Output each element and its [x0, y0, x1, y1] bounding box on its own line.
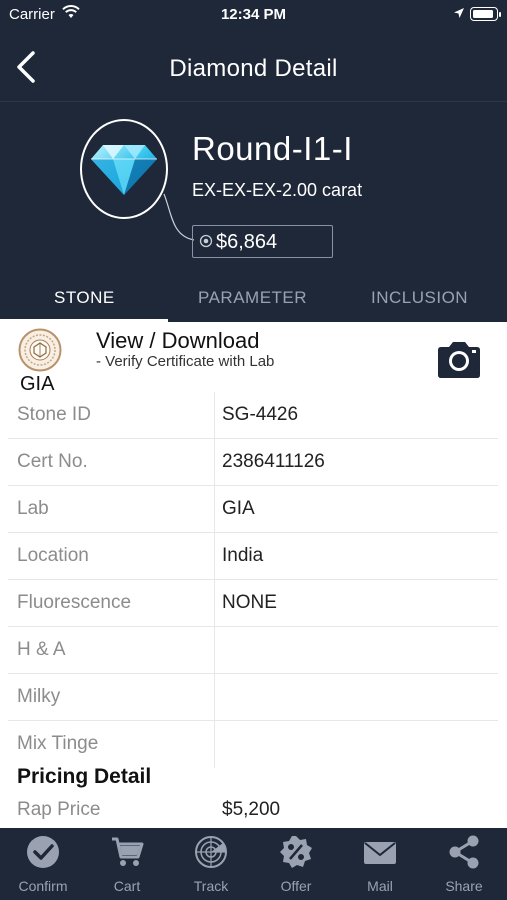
- mail-tab-label: Mail: [367, 878, 393, 894]
- rap-price-value: $5,200: [222, 799, 281, 820]
- offer-tab-label: Offer: [280, 878, 312, 894]
- location-arrow-icon: [453, 6, 465, 23]
- tab-stone[interactable]: STONE: [54, 288, 115, 308]
- clock: 12:34 PM: [220, 6, 287, 23]
- detail-value: GIA: [222, 498, 255, 519]
- status-bar: Carrier 12:34 PM: [0, 0, 507, 30]
- column-divider: [214, 533, 215, 580]
- detail-row-lab: Lab GIA: [8, 486, 498, 533]
- detail-tabs: STONE PARAMETER INCLUSION: [0, 278, 507, 322]
- battery-icon: [470, 7, 501, 21]
- stone-shape-title: Round-I1-I: [192, 130, 353, 167]
- bottom-tab-bar: Confirm Cart Track Offer Mail Share: [0, 828, 507, 900]
- detail-row-fluorescence: Fluorescence NONE: [8, 580, 498, 627]
- price-box: $6,864: [192, 225, 333, 258]
- detail-row-cert-no: Cert No. 2386411126: [8, 439, 498, 486]
- header-area: Carrier 12:34 PM Diamond Detail Round-I1…: [0, 0, 507, 322]
- detail-key: Cert No.: [17, 451, 88, 472]
- diamond-icon: [91, 145, 157, 195]
- certificate-section: GIA View / Download - Verify Certificate…: [0, 322, 507, 400]
- price-value: $6,864: [216, 231, 278, 253]
- detail-key: Fluorescence: [17, 592, 132, 613]
- confirm-tab-label: Confirm: [18, 878, 68, 894]
- detail-row-location: Location India: [8, 533, 498, 580]
- track-tab[interactable]: Track: [169, 832, 253, 894]
- track-tab-label: Track: [193, 878, 229, 894]
- cart-icon: [112, 837, 144, 866]
- verify-certificate-text: - Verify Certificate with Lab: [96, 353, 275, 370]
- mail-icon: [364, 842, 396, 864]
- detail-key: Location: [17, 545, 89, 566]
- cart-tab[interactable]: Cart: [85, 832, 169, 894]
- stone-spec: EX-EX-EX-2.00 carat: [192, 180, 363, 200]
- check-circle-icon: [27, 836, 59, 868]
- page-title: Diamond Detail: [169, 55, 338, 82]
- tab-parameter[interactable]: PARAMETER: [198, 288, 307, 308]
- tab-inclusion[interactable]: INCLUSION: [371, 288, 468, 308]
- detail-row-stone-id: Stone ID SG-4426: [8, 392, 498, 439]
- detail-row-milky: Milky: [8, 674, 498, 721]
- percent-badge-icon: [280, 836, 312, 868]
- column-divider: [214, 674, 215, 721]
- navigation-bar: Diamond Detail: [0, 30, 507, 102]
- column-divider: [214, 580, 215, 627]
- column-divider: [214, 721, 215, 768]
- rap-price-row: Rap Price $5,200: [8, 792, 498, 828]
- detail-value: NONE: [222, 592, 277, 613]
- stone-details-table: Stone ID SG-4426 Cert No. 2386411126 Lab…: [8, 392, 498, 768]
- share-tab-label: Share: [445, 878, 483, 894]
- pricing-detail-heading: Pricing Detail: [17, 765, 152, 788]
- target-icon: [199, 234, 213, 253]
- confirm-tab[interactable]: Confirm: [1, 832, 85, 894]
- share-icon: [449, 835, 479, 869]
- detail-row-mix-tinge: Mix Tinge: [8, 721, 498, 768]
- detail-key: Mix Tinge: [17, 733, 99, 754]
- detail-value: 2386411126: [222, 451, 325, 472]
- detail-row-h-and-a: H & A: [8, 627, 498, 674]
- column-divider: [214, 627, 215, 674]
- radar-icon: [195, 836, 227, 868]
- detail-key: Lab: [17, 498, 49, 519]
- gia-seal-icon: [18, 328, 62, 377]
- detail-value: India: [222, 545, 264, 566]
- camera-icon[interactable]: [434, 340, 484, 385]
- detail-key: H & A: [17, 639, 66, 660]
- column-divider: [214, 392, 215, 439]
- detail-value: SG-4426: [222, 404, 299, 425]
- column-divider: [214, 439, 215, 486]
- share-tab[interactable]: Share: [422, 832, 506, 894]
- detail-key: Milky: [17, 686, 61, 707]
- cart-tab-label: Cart: [113, 878, 141, 894]
- column-divider: [214, 486, 215, 533]
- rap-price-label: Rap Price: [17, 799, 101, 820]
- detail-key: Stone ID: [17, 404, 91, 425]
- view-download-link[interactable]: View / Download: [96, 328, 259, 354]
- mail-tab[interactable]: Mail: [338, 832, 422, 894]
- offer-tab[interactable]: Offer: [254, 832, 338, 894]
